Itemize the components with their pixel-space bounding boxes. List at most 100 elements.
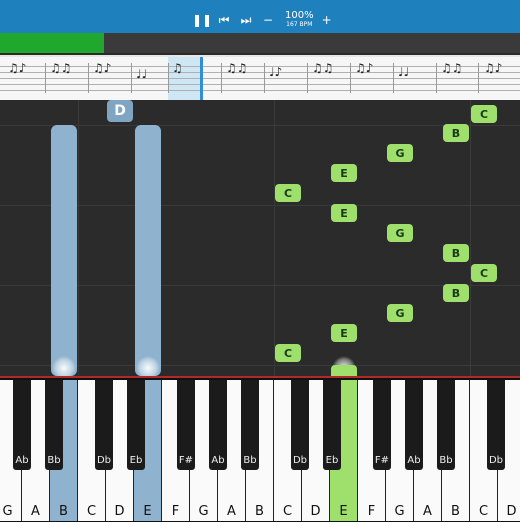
white-key-label: E	[339, 504, 348, 519]
black-key[interactable]: Bb	[45, 380, 63, 470]
note-label-green: E	[331, 204, 357, 222]
black-key[interactable]: Bb	[437, 380, 455, 470]
barline	[168, 63, 169, 93]
note-label-green: E	[331, 324, 357, 342]
note-glyph: ♫♫	[312, 61, 334, 75]
black-key[interactable]: Ab	[405, 380, 423, 470]
note-label-green: B	[443, 244, 469, 262]
note-glyph: ♫♫	[226, 61, 248, 75]
zoom-readout: 100% 167 BPM	[285, 11, 314, 29]
white-key-label: D	[114, 504, 125, 519]
barline	[131, 63, 132, 93]
piano-roll: D C B G E C E G B C B G E C	[0, 100, 520, 380]
black-key[interactable]: Db	[95, 380, 113, 470]
note-label-green: C	[275, 184, 301, 202]
black-key-label: Bb	[439, 455, 453, 466]
barline	[88, 63, 89, 93]
top-toolbar: ❚❚ ⏮ ⏭ − 100% 167 BPM +	[0, 0, 520, 33]
white-key-label: C	[282, 504, 293, 519]
white-key-label: A	[31, 504, 40, 519]
grid-line	[0, 125, 520, 126]
song-progress-bar[interactable]	[0, 33, 520, 53]
note-label-green: C	[275, 344, 301, 362]
white-key-label: B	[255, 504, 264, 519]
black-key-label: Ab	[407, 455, 421, 466]
barline	[307, 63, 308, 93]
grid-line	[0, 365, 520, 366]
note-label-green: C	[471, 264, 497, 282]
sheet-music-strip: ♫♪ ♫♫ ♫♪ ♩♩ ♫ ♫♫ ♩♪ ♫♫ ♫♪ ♩♩ ♫♫ ♫♪	[0, 55, 520, 102]
note-glyph: ♫♫	[441, 61, 463, 75]
black-key[interactable]: Bb	[241, 380, 259, 470]
progress-fill	[0, 33, 104, 53]
black-key-label: Ab	[211, 455, 225, 466]
note-glyph: ♫	[172, 61, 183, 75]
white-key-label: D	[310, 504, 321, 519]
black-key-label: Db	[292, 455, 308, 466]
note-label-green: G	[387, 304, 413, 322]
note-glyph: ♫♪	[93, 61, 112, 75]
barline	[436, 63, 437, 93]
plus-icon[interactable]: +	[318, 11, 336, 29]
skip-next-icon[interactable]: ⏭	[237, 11, 255, 29]
black-key-label: Db	[96, 455, 112, 466]
grid-line	[470, 100, 471, 376]
black-key[interactable]: Ab	[209, 380, 227, 470]
falling-note-bar	[135, 125, 161, 376]
white-key-label: C	[478, 504, 489, 519]
black-key[interactable]: Eb	[127, 380, 145, 470]
black-key[interactable]: Db	[291, 380, 309, 470]
note-label-green: B	[443, 124, 469, 142]
white-key-label: G	[198, 504, 209, 519]
black-key-label: F#	[374, 455, 390, 466]
white-key-label: F	[171, 504, 180, 519]
note-label-green: G	[387, 144, 413, 162]
note-glyph: ♫♪	[484, 61, 503, 75]
black-key[interactable]: F#	[177, 380, 195, 470]
pause-icon[interactable]: ❚❚	[192, 11, 212, 29]
barline	[45, 63, 46, 93]
staff-line	[0, 78, 520, 79]
playhead[interactable]	[200, 57, 203, 100]
black-key[interactable]: Db	[487, 380, 505, 470]
white-key-label: C	[86, 504, 97, 519]
white-key-label: B	[59, 504, 68, 519]
note-glyph: ♩♩	[398, 65, 410, 79]
grid-line	[0, 205, 520, 206]
staff-line	[0, 84, 520, 85]
white-key-label: A	[227, 504, 236, 519]
white-key-label: D	[506, 504, 517, 519]
note-label-green: C	[471, 105, 497, 123]
top-note-label: D	[107, 100, 133, 122]
white-key-label: A	[423, 504, 432, 519]
white-key-label: G	[394, 504, 405, 519]
note-glyph: ♫♪	[8, 61, 27, 75]
zoom-percent: 100%	[285, 10, 314, 21]
white-key-label: F	[367, 504, 376, 519]
barline	[221, 63, 222, 93]
note-glyph: ♫♪	[355, 61, 374, 75]
grid-line	[78, 100, 79, 376]
black-key-label: Bb	[47, 455, 61, 466]
black-key[interactable]: F#	[373, 380, 391, 470]
black-key-label: Eb	[325, 455, 339, 466]
barline	[478, 63, 479, 93]
minus-icon[interactable]: −	[259, 11, 277, 29]
piano-keyboard[interactable]: G A B C D E F G A B C D E F G A B C D Ab…	[0, 376, 520, 522]
barline	[264, 63, 265, 93]
black-key[interactable]: Eb	[323, 380, 341, 470]
barline	[393, 63, 394, 93]
white-key-label: E	[143, 504, 152, 519]
black-key-label: Ab	[15, 455, 29, 466]
barline	[350, 63, 351, 93]
grid-line	[0, 285, 520, 286]
black-key[interactable]: Ab	[13, 380, 31, 470]
skip-previous-icon[interactable]: ⏮	[215, 11, 233, 29]
black-key-label: Bb	[243, 455, 257, 466]
note-label-green: B	[443, 284, 469, 302]
grid-line	[274, 100, 275, 376]
black-key-label: Db	[488, 455, 504, 466]
note-label-green: G	[387, 224, 413, 242]
white-key-label: B	[451, 504, 460, 519]
white-key-label: G	[2, 504, 13, 519]
